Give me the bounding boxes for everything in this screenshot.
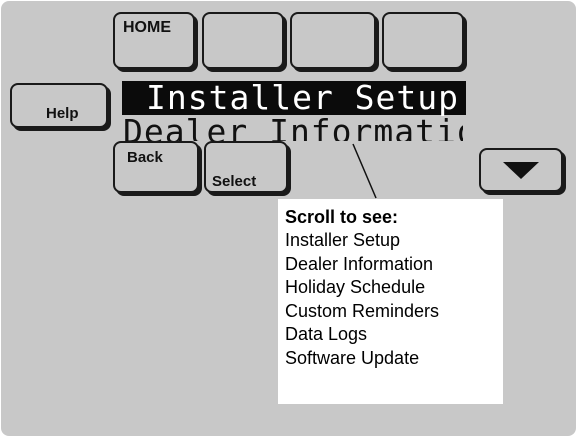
callout-item: Data Logs	[285, 324, 368, 344]
callout-item: Custom Reminders	[285, 300, 440, 321]
callout-item: Holiday Schedule	[285, 277, 426, 297]
callout-title: Scroll to see:	[285, 207, 399, 227]
callout-item: Software Update	[285, 347, 420, 368]
callout-item: Installer Setup	[285, 230, 401, 250]
thermostat-screen: HOME Help Installer Setup Dealer Informa…	[1, 1, 576, 436]
scroll-callout: Scroll to see: Installer Setup Dealer In…	[278, 199, 503, 404]
callout-item: Dealer Information	[285, 253, 434, 274]
callout-list: Installer Setup Dealer Information Holid…	[285, 229, 503, 370]
